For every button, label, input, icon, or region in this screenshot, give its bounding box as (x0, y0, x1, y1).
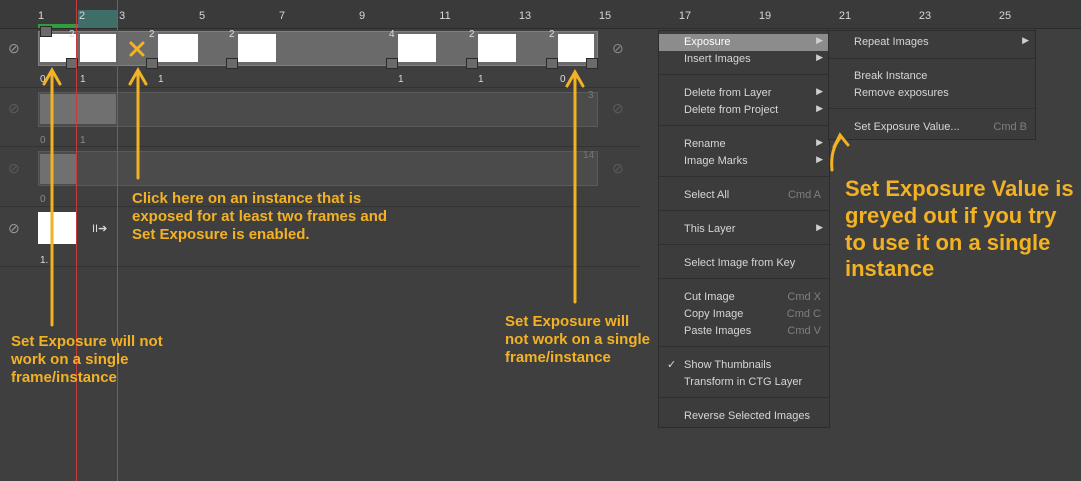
annotation-big: Set Exposure Value is greyed out if you … (845, 176, 1074, 282)
arrowhead-submenu (832, 132, 850, 149)
annotation-right: Set Exposure will not work on a single f… (505, 313, 651, 366)
annotation-middle: Click here on an instance that is expose… (132, 190, 388, 243)
annotation-left: Set Exposure will not work on a single f… (11, 333, 163, 386)
